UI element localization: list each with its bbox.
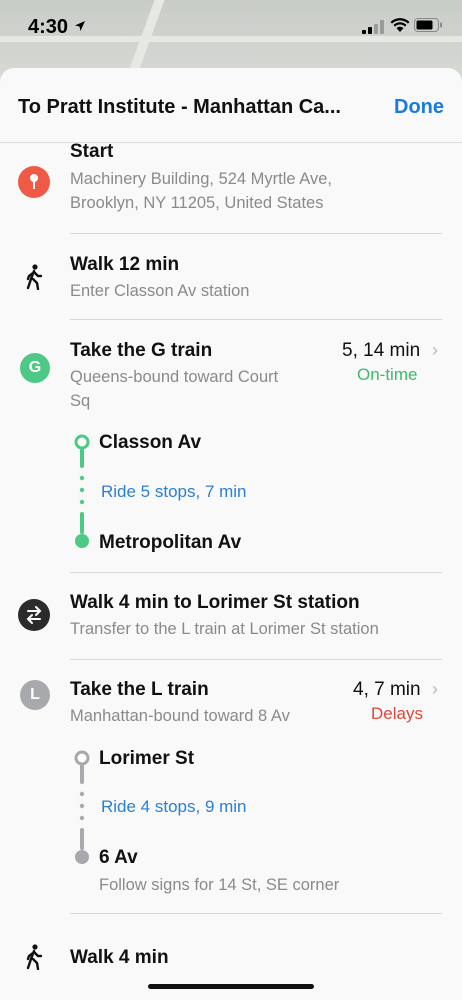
status-bar: 4:30 — [0, 0, 462, 56]
sheet-header: To Pratt Institute - Manhattan Ca... Don… — [0, 68, 462, 143]
divider — [70, 319, 442, 320]
g-train-times: 5, 14 min — [342, 340, 421, 361]
g-train-direction-line2: Sq — [70, 392, 91, 410]
walking-person-icon — [26, 264, 43, 290]
home-indicator[interactable] — [148, 984, 314, 989]
l-train-to-stop: 6 Av — [99, 847, 138, 868]
start-pin-icon — [18, 166, 50, 198]
walk-final-title: Walk 4 min — [70, 947, 169, 968]
l-train-title: Take the L train — [70, 679, 209, 700]
l-train-status: Delays — [371, 704, 423, 723]
walk-12-title: Walk 12 min — [70, 254, 180, 275]
transfer-arrows-icon — [18, 599, 50, 631]
g-train-title: Take the G train — [70, 340, 213, 361]
g-train-line-diagram — [74, 434, 90, 548]
l-train-direction: Manhattan-bound toward 8 Av — [70, 707, 290, 725]
wifi-icon — [390, 18, 410, 32]
l-train-badge: L — [20, 680, 50, 710]
walk-12-detail: Enter Classon Av station — [70, 282, 250, 300]
divider — [70, 233, 442, 234]
g-train-direction-line1: Queens-bound toward Court — [70, 368, 279, 386]
g-train-to-stop: Metropolitan Av — [99, 532, 242, 553]
l-train-from-stop: Lorimer St — [99, 748, 195, 769]
g-train-badge: G — [20, 353, 50, 383]
l-train-to-stop-detail: Follow signs for 14 St, SE corner — [99, 876, 340, 894]
chevron-right-icon: › — [432, 340, 438, 360]
g-train-from-stop: Classon Av — [99, 432, 202, 453]
start-address-line1: Machinery Building, 524 Myrtle Ave, — [70, 170, 332, 188]
cellular-signal-icon — [362, 20, 384, 34]
route-title: To Pratt Institute - Manhattan Ca... — [18, 96, 341, 118]
done-button[interactable]: Done — [394, 96, 444, 119]
status-time: 4:30 — [28, 16, 69, 38]
chevron-right-icon: › — [432, 679, 438, 699]
transfer-title: Walk 4 min to Lorimer St station — [70, 592, 360, 613]
start-address-line2: Brooklyn, NY 11205, United States — [70, 194, 324, 212]
g-train-ride-link[interactable]: Ride 5 stops, 7 min — [101, 482, 247, 502]
g-train-status: On-time — [357, 365, 418, 384]
walking-person-icon — [26, 944, 43, 970]
divider — [70, 659, 442, 660]
start-title: Start — [70, 141, 114, 162]
battery-icon — [414, 18, 442, 32]
transfer-detail: Transfer to the L train at Lorimer St st… — [70, 620, 379, 638]
directions-sheet: To Pratt Institute - Manhattan Ca... Don… — [0, 68, 462, 1000]
l-train-ride-link[interactable]: Ride 4 stops, 9 min — [101, 797, 247, 817]
location-arrow-icon — [75, 21, 85, 31]
l-train-times: 4, 7 min — [353, 679, 421, 700]
l-train-line-diagram — [74, 750, 90, 864]
divider — [70, 913, 442, 914]
divider — [70, 572, 442, 573]
